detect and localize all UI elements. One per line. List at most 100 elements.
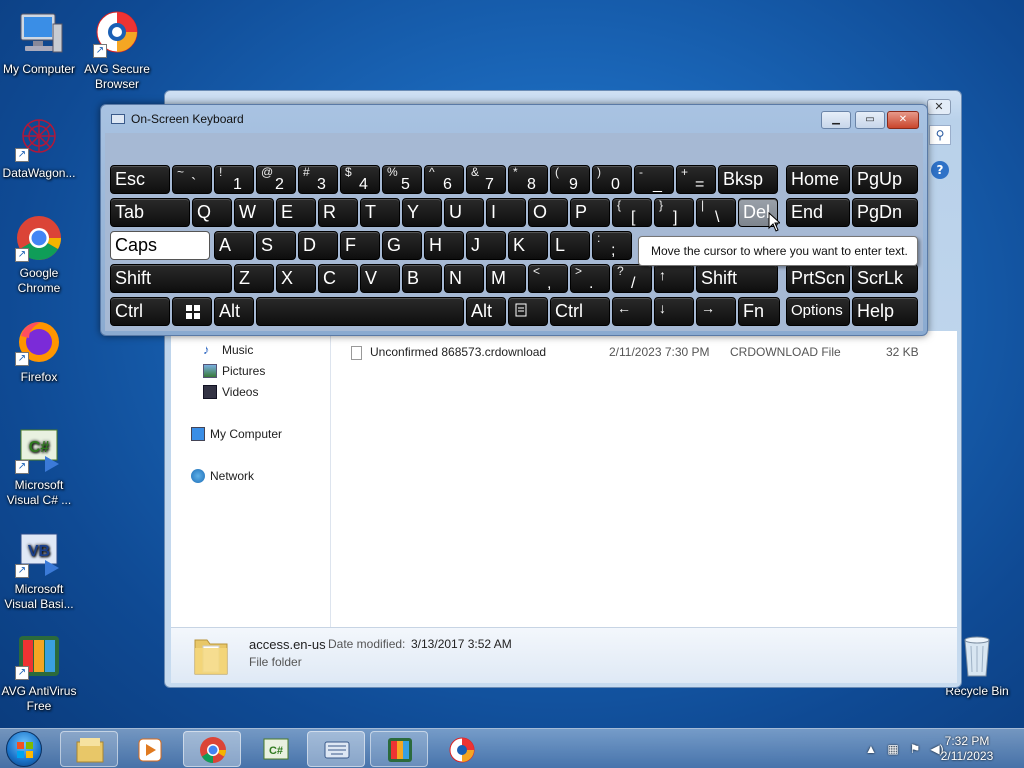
desktop-icon-firefox[interactable]: ↗ Firefox bbox=[0, 318, 78, 385]
desktop-icon-google-chrome[interactable]: ↗ Google Chrome bbox=[0, 214, 78, 296]
help-icon[interactable]: ? bbox=[931, 161, 949, 179]
clock[interactable]: 7:32 PM 2/11/2023 bbox=[932, 734, 1002, 764]
key-i[interactable]: I bbox=[486, 198, 526, 227]
key-menu[interactable] bbox=[508, 297, 548, 326]
nav-item-pictures[interactable]: Pictures bbox=[203, 364, 265, 378]
key-9[interactable]: (9 bbox=[550, 165, 590, 194]
desktop-icon-visual-csharp[interactable]: C# ↗ Microsoft Visual C# ... bbox=[0, 426, 78, 508]
key-g[interactable]: G bbox=[382, 231, 422, 260]
desktop-icon-datawagon[interactable]: ↗ DataWagon... bbox=[0, 114, 78, 181]
key-symbol0-1[interactable]: ~ ` bbox=[172, 165, 212, 194]
key-caps[interactable]: Caps bbox=[110, 231, 210, 260]
taskbar-explorer[interactable] bbox=[60, 731, 118, 767]
key-home[interactable]: Home bbox=[786, 165, 850, 194]
key-1[interactable]: ! 1 bbox=[214, 165, 254, 194]
explorer-close-button[interactable]: ✕ bbox=[927, 99, 951, 115]
key-5[interactable]: % 5 bbox=[382, 165, 422, 194]
key-alt[interactable]: Alt bbox=[466, 297, 506, 326]
key-y[interactable]: Y bbox=[402, 198, 442, 227]
key-6[interactable]: ^ 6 bbox=[424, 165, 464, 194]
key-l[interactable]: L bbox=[550, 231, 590, 260]
key-down[interactable]: ↓ bbox=[654, 297, 694, 326]
action-center-flag-icon[interactable]: ⚑ bbox=[908, 742, 922, 756]
key-x[interactable]: X bbox=[276, 264, 316, 293]
network-tray-icon[interactable]: ▦ bbox=[886, 742, 900, 756]
key-z[interactable]: Z bbox=[234, 264, 274, 293]
key-alt[interactable]: Alt bbox=[214, 297, 254, 326]
key-p[interactable]: P bbox=[570, 198, 610, 227]
key-t[interactable]: T bbox=[360, 198, 400, 227]
key-d[interactable]: D bbox=[298, 231, 338, 260]
key-m[interactable]: M bbox=[486, 264, 526, 293]
key-o[interactable]: O bbox=[528, 198, 568, 227]
minimize-button[interactable]: ▁ bbox=[821, 111, 851, 129]
show-hidden-icons-icon[interactable]: ▲ bbox=[864, 742, 878, 756]
search-icon[interactable]: ⚲ bbox=[929, 125, 951, 145]
key-b[interactable]: B bbox=[402, 264, 442, 293]
nav-item-network[interactable]: Network bbox=[191, 469, 254, 483]
desktop-icon-avg-secure-browser[interactable]: ↗ AVG Secure Browser bbox=[78, 10, 156, 92]
key-space[interactable] bbox=[256, 297, 464, 326]
key-a[interactable]: A bbox=[214, 231, 254, 260]
key-symbol1-12[interactable]: }] bbox=[654, 198, 694, 227]
key-help[interactable]: Help bbox=[852, 297, 918, 326]
key-j[interactable]: J bbox=[466, 231, 506, 260]
key-windows[interactable] bbox=[172, 297, 212, 326]
desktop-icon-my-computer[interactable]: My Computer bbox=[0, 10, 78, 77]
key-symbol0-12[interactable]: - _ bbox=[634, 165, 674, 194]
key-e[interactable]: E bbox=[276, 198, 316, 227]
key-symbol1-11[interactable]: {[ bbox=[612, 198, 652, 227]
key-shift[interactable]: Shift bbox=[696, 264, 778, 293]
file-row[interactable]: Unconfirmed 868573.crdownload 2/11/2023 … bbox=[351, 345, 941, 363]
desktop-icon-visual-basic[interactable]: VB ↗ Microsoft Visual Basi... bbox=[0, 530, 78, 612]
key-symbol1-13[interactable]: | \ bbox=[696, 198, 736, 227]
key-s[interactable]: S bbox=[256, 231, 296, 260]
taskbar-on-screen-keyboard[interactable] bbox=[307, 731, 365, 767]
key-h[interactable]: H bbox=[424, 231, 464, 260]
key-ctrl[interactable]: Ctrl bbox=[550, 297, 610, 326]
key-u[interactable]: U bbox=[444, 198, 484, 227]
close-button[interactable]: ✕ bbox=[887, 111, 919, 129]
key-v[interactable]: V bbox=[360, 264, 400, 293]
key-w[interactable]: W bbox=[234, 198, 274, 227]
key-esc[interactable]: Esc bbox=[110, 165, 170, 194]
key-right[interactable]: → bbox=[696, 297, 736, 326]
key-tab[interactable]: Tab bbox=[110, 198, 190, 227]
key-4[interactable]: $4 bbox=[340, 165, 380, 194]
key-up[interactable]: ↑ bbox=[654, 264, 694, 293]
key-n[interactable]: N bbox=[444, 264, 484, 293]
key-symbol3-8[interactable]: <, bbox=[528, 264, 568, 293]
key-fn[interactable]: Fn bbox=[738, 297, 780, 326]
key-3[interactable]: #3 bbox=[298, 165, 338, 194]
osk-title-bar[interactable]: On-Screen Keyboard ▁ ▭ ✕ bbox=[101, 105, 927, 133]
key-k[interactable]: K bbox=[508, 231, 548, 260]
key-r[interactable]: R bbox=[318, 198, 358, 227]
maximize-button[interactable]: ▭ bbox=[855, 111, 885, 129]
key-end[interactable]: End bbox=[786, 198, 850, 227]
taskbar-visual-csharp[interactable]: C# bbox=[246, 731, 304, 767]
key-bksp[interactable]: Bksp bbox=[718, 165, 778, 194]
key-7[interactable]: & 7 bbox=[466, 165, 506, 194]
key-symbol0-13[interactable]: + = bbox=[676, 165, 716, 194]
desktop-icon-avg-antivirus[interactable]: ↗ AVG AntiVirus Free bbox=[0, 632, 78, 714]
key-ctrl[interactable]: Ctrl bbox=[110, 297, 170, 326]
nav-item-videos[interactable]: Videos bbox=[203, 385, 258, 399]
start-button[interactable] bbox=[6, 731, 42, 767]
key-symbol3-9[interactable]: >. bbox=[570, 264, 610, 293]
taskbar-avg-secure-browser[interactable] bbox=[432, 731, 490, 767]
key-0[interactable]: ) 0 bbox=[592, 165, 632, 194]
nav-item-music[interactable]: ♪ Music bbox=[203, 343, 253, 358]
taskbar-avg-antivirus[interactable] bbox=[370, 731, 428, 767]
key-8[interactable]: * 8 bbox=[508, 165, 548, 194]
key-pgup[interactable]: PgUp bbox=[852, 165, 918, 194]
key-q[interactable]: Q bbox=[192, 198, 232, 227]
key-scrlk[interactable]: ScrLk bbox=[852, 264, 918, 293]
key-options[interactable]: Options bbox=[786, 297, 850, 326]
key-symbol2-10[interactable]: :; bbox=[592, 231, 632, 260]
taskbar-chrome[interactable] bbox=[183, 731, 241, 767]
key-2[interactable]: @2 bbox=[256, 165, 296, 194]
key-symbol3-10[interactable]: ? / bbox=[612, 264, 652, 293]
key-prtscn[interactable]: PrtScn bbox=[786, 264, 850, 293]
key-shift[interactable]: Shift bbox=[110, 264, 232, 293]
key-c[interactable]: C bbox=[318, 264, 358, 293]
